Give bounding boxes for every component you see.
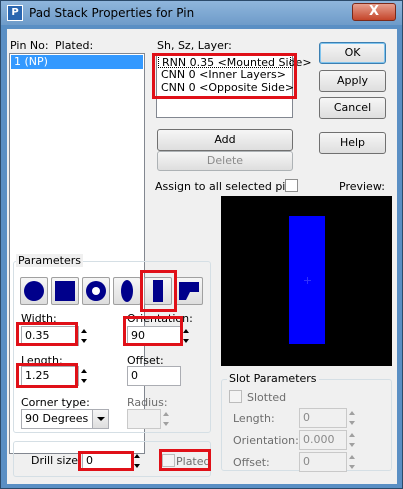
drill-size-input[interactable]: 0 — [82, 451, 132, 471]
slot-offset-spinner[interactable] — [348, 452, 358, 472]
slot-orientation-label: Orientation: — [233, 434, 299, 447]
slot-length-label: Length: — [233, 412, 275, 425]
layer-list[interactable]: RNN 0.35 <Mounted Side> CNN 0 <Inner Lay… — [156, 53, 312, 118]
assign-all-checkbox[interactable] — [285, 179, 298, 192]
window-title: Pad Stack Properties for Pin — [29, 6, 195, 20]
pad-preview — [221, 196, 392, 366]
plated-checkbox[interactable] — [162, 454, 175, 467]
custom-pad-button[interactable] — [175, 277, 203, 305]
orientation-label: Orientation: — [127, 312, 193, 325]
round-pad-button[interactable] — [20, 277, 48, 305]
orientation-input[interactable]: 90 — [127, 326, 181, 346]
oval-pad-icon — [121, 280, 133, 302]
slot-length-spinner[interactable] — [348, 408, 358, 428]
offset-input[interactable]: 0 — [127, 366, 181, 386]
apply-button[interactable]: Apply — [319, 70, 386, 92]
slot-offset-input[interactable]: 0 — [299, 452, 347, 472]
slotted-label: Slotted — [247, 391, 287, 404]
corner-type-select[interactable]: 90 Degrees — [21, 409, 109, 429]
slotted-checkbox[interactable] — [229, 390, 242, 403]
corner-type-value: 90 Degrees — [25, 412, 89, 425]
slot-orientation-input[interactable]: 0.000 — [299, 430, 347, 450]
length-spinner[interactable] — [80, 366, 90, 386]
slot-offset-label: Offset: — [233, 456, 270, 469]
rectangle-pad-button[interactable] — [144, 277, 172, 305]
layer-item-inner[interactable]: CNN 0 <Inner Layers> — [158, 68, 291, 81]
cancel-button[interactable]: Cancel — [319, 97, 386, 119]
dialog-window: P Pad Stack Properties for Pin X Pin No:… — [0, 0, 403, 489]
pin-no-header: Pin No: — [10, 39, 49, 52]
rectangle-pad-icon — [153, 280, 163, 302]
add-button[interactable]: Add — [157, 129, 293, 151]
delete-button[interactable]: Delete — [157, 151, 293, 171]
slot-orientation-spinner[interactable] — [348, 430, 358, 450]
width-input[interactable]: 0.35 — [21, 326, 79, 346]
drill-size-label: Drill size: — [31, 454, 82, 467]
round-pad-icon — [24, 281, 44, 301]
width-spinner[interactable] — [80, 326, 90, 346]
oval-pad-button[interactable] — [113, 277, 141, 305]
origin-marker-v — [307, 277, 308, 284]
layers-header: Sh, Sz, Layer: — [157, 39, 232, 52]
app-icon: P — [7, 5, 23, 21]
plated-label: Plated — [176, 455, 211, 468]
radius-spinner[interactable] — [162, 409, 172, 429]
square-pad-button[interactable] — [51, 277, 79, 305]
width-label: Width: — [21, 312, 57, 325]
radius-label: Radius: — [127, 396, 168, 409]
custom-pad-icon — [179, 282, 199, 300]
parameters-title: Parameters — [16, 254, 83, 267]
slot-parameters-title: Slot Parameters — [227, 372, 319, 385]
annular-pad-icon — [86, 281, 106, 301]
orientation-spinner[interactable] — [182, 326, 192, 346]
drill-size-spinner[interactable] — [133, 451, 143, 471]
pin-list-item[interactable]: 1 (NP) — [11, 55, 143, 69]
help-button[interactable]: Help — [319, 132, 386, 154]
plated-header: Plated: — [55, 39, 94, 52]
slot-length-input[interactable]: 0 — [299, 408, 347, 428]
annular-pad-button[interactable] — [82, 277, 110, 305]
radius-input[interactable] — [127, 409, 161, 429]
square-pad-icon — [55, 281, 75, 301]
corner-type-label: Corner type: — [21, 396, 90, 409]
chevron-down-icon[interactable] — [92, 410, 108, 428]
assign-all-label: Assign to all selected pins — [155, 180, 299, 193]
length-input[interactable]: 1.25 — [21, 366, 79, 386]
layer-item-opposite[interactable]: CNN 0 <Opposite Side> — [158, 81, 294, 94]
close-button[interactable]: X — [352, 3, 396, 21]
layer-item-mounted[interactable]: RNN 0.35 <Mounted Side> — [158, 55, 312, 69]
title-bar[interactable]: P Pad Stack Properties for Pin X — [1, 1, 402, 25]
ok-button[interactable]: OK — [319, 42, 386, 64]
preview-label: Preview: — [339, 180, 385, 193]
dialog-body: Pin No: Plated: 1 (NP) Sh, Sz, Layer: RN… — [7, 29, 397, 484]
